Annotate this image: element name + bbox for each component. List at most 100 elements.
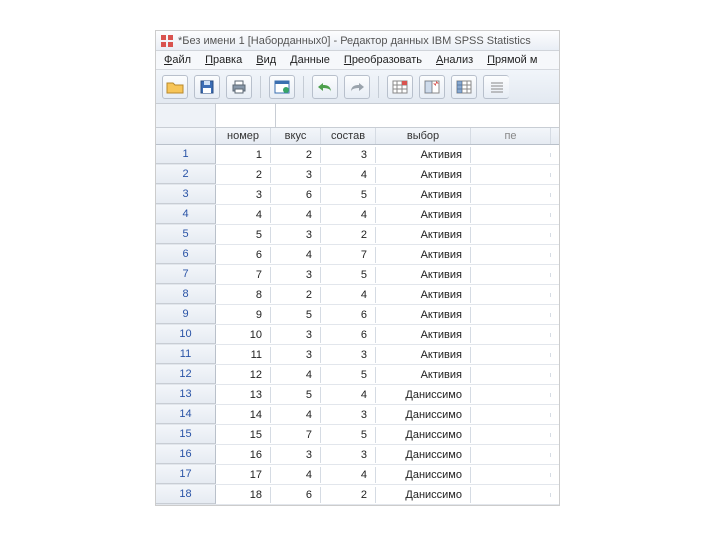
cell-sostav[interactable]: 3 xyxy=(321,447,376,463)
table-row[interactable]: 5532Активия xyxy=(156,225,559,245)
cell-vybor[interactable]: Активия xyxy=(376,287,471,303)
row-header[interactable]: 5 xyxy=(156,225,216,244)
cell-extra[interactable] xyxy=(471,293,551,297)
formula-cell-box[interactable] xyxy=(216,104,276,127)
cell-sostav[interactable]: 5 xyxy=(321,267,376,283)
table-row[interactable]: 151575Даниссимо xyxy=(156,425,559,445)
table-row[interactable]: 3365Активия xyxy=(156,185,559,205)
col-extra[interactable]: пе xyxy=(471,128,551,144)
table-row[interactable]: 131354Даниссимо xyxy=(156,385,559,405)
cell-vkus[interactable]: 3 xyxy=(271,347,321,363)
cell-extra[interactable] xyxy=(471,353,551,357)
table-row[interactable]: 8824Активия xyxy=(156,285,559,305)
cell-vybor[interactable]: Активия xyxy=(376,187,471,203)
table-row[interactable]: 9956Активия xyxy=(156,305,559,325)
cell-extra[interactable] xyxy=(471,173,551,177)
cell-nomer[interactable]: 1 xyxy=(216,147,271,163)
cell-sostav[interactable]: 4 xyxy=(321,287,376,303)
cell-sostav[interactable]: 2 xyxy=(321,487,376,503)
menu-transform[interactable]: Преобразовать xyxy=(344,54,422,66)
row-header[interactable]: 4 xyxy=(156,205,216,224)
cell-vybor[interactable]: Даниссимо xyxy=(376,387,471,403)
cell-nomer[interactable]: 9 xyxy=(216,307,271,323)
cell-sostav[interactable]: 4 xyxy=(321,167,376,183)
cell-sostav[interactable]: 7 xyxy=(321,247,376,263)
cell-sostav[interactable]: 5 xyxy=(321,187,376,203)
row-header[interactable]: 9 xyxy=(156,305,216,324)
cell-vybor[interactable]: Даниссимо xyxy=(376,487,471,503)
cell-nomer[interactable]: 2 xyxy=(216,167,271,183)
cell-extra[interactable] xyxy=(471,413,551,417)
cell-vkus[interactable]: 2 xyxy=(271,147,321,163)
cell-vkus[interactable]: 3 xyxy=(271,327,321,343)
cell-extra[interactable] xyxy=(471,493,551,497)
cell-nomer[interactable]: 12 xyxy=(216,367,271,383)
cell-sostav[interactable]: 6 xyxy=(321,307,376,323)
table-row[interactable]: 101036Активия xyxy=(156,325,559,345)
print-button[interactable] xyxy=(226,75,252,99)
row-header[interactable]: 15 xyxy=(156,425,216,444)
cell-sostav[interactable]: 4 xyxy=(321,387,376,403)
menu-view[interactable]: Вид xyxy=(256,54,276,66)
cell-vkus[interactable]: 5 xyxy=(271,387,321,403)
cell-vybor[interactable]: Даниссимо xyxy=(376,427,471,443)
corner-cell[interactable] xyxy=(156,128,216,144)
cell-vybor[interactable]: Активия xyxy=(376,267,471,283)
col-vybor[interactable]: выбор xyxy=(376,128,471,144)
row-header[interactable]: 10 xyxy=(156,325,216,344)
menu-analyze[interactable]: Анализ xyxy=(436,54,473,66)
formula-value-box[interactable] xyxy=(276,104,559,127)
menu-file[interactable]: Файл xyxy=(164,54,191,66)
cell-nomer[interactable]: 13 xyxy=(216,387,271,403)
row-header[interactable]: 1 xyxy=(156,145,216,164)
table-row[interactable]: 4444Активия xyxy=(156,205,559,225)
row-header[interactable]: 3 xyxy=(156,185,216,204)
cell-vkus[interactable]: 2 xyxy=(271,287,321,303)
row-header[interactable]: 13 xyxy=(156,385,216,404)
cell-nomer[interactable]: 17 xyxy=(216,467,271,483)
cell-extra[interactable] xyxy=(471,473,551,477)
table-row[interactable]: 6647Активия xyxy=(156,245,559,265)
table-row[interactable]: 7735Активия xyxy=(156,265,559,285)
cell-extra[interactable] xyxy=(471,193,551,197)
cell-sostav[interactable]: 6 xyxy=(321,327,376,343)
cell-nomer[interactable]: 6 xyxy=(216,247,271,263)
row-header[interactable]: 17 xyxy=(156,465,216,484)
goto-variable-button[interactable] xyxy=(419,75,445,99)
cell-nomer[interactable]: 3 xyxy=(216,187,271,203)
cell-vkus[interactable]: 5 xyxy=(271,307,321,323)
cell-sostav[interactable]: 3 xyxy=(321,147,376,163)
row-header[interactable]: 12 xyxy=(156,365,216,384)
cell-extra[interactable] xyxy=(471,213,551,217)
table-row[interactable]: 161633Даниссимо xyxy=(156,445,559,465)
row-header[interactable]: 2 xyxy=(156,165,216,184)
cell-vkus[interactable]: 6 xyxy=(271,487,321,503)
row-header[interactable]: 8 xyxy=(156,285,216,304)
goto-case-button[interactable] xyxy=(387,75,413,99)
row-header[interactable]: 7 xyxy=(156,265,216,284)
table-row[interactable]: 121245Активия xyxy=(156,365,559,385)
save-button[interactable] xyxy=(194,75,220,99)
table-row[interactable]: 171744Даниссимо xyxy=(156,465,559,485)
cell-vybor[interactable]: Активия xyxy=(376,367,471,383)
table-row[interactable]: 141443Даниссимо xyxy=(156,405,559,425)
cell-nomer[interactable]: 7 xyxy=(216,267,271,283)
cell-nomer[interactable]: 11 xyxy=(216,347,271,363)
cell-vybor[interactable]: Активия xyxy=(376,207,471,223)
cell-nomer[interactable]: 8 xyxy=(216,287,271,303)
cell-extra[interactable] xyxy=(471,273,551,277)
variables-button[interactable] xyxy=(451,75,477,99)
cell-vkus[interactable]: 3 xyxy=(271,267,321,283)
row-header[interactable]: 6 xyxy=(156,245,216,264)
cell-nomer[interactable]: 15 xyxy=(216,427,271,443)
table-row[interactable]: 1123Активия xyxy=(156,145,559,165)
table-row[interactable]: 181862Даниссимо xyxy=(156,485,559,505)
cell-vybor[interactable]: Активия xyxy=(376,227,471,243)
cell-vkus[interactable]: 4 xyxy=(271,207,321,223)
row-header[interactable]: 14 xyxy=(156,405,216,424)
cell-extra[interactable] xyxy=(471,153,551,157)
cell-extra[interactable] xyxy=(471,373,551,377)
cell-vybor[interactable]: Даниссимо xyxy=(376,407,471,423)
cell-extra[interactable] xyxy=(471,233,551,237)
cell-extra[interactable] xyxy=(471,453,551,457)
